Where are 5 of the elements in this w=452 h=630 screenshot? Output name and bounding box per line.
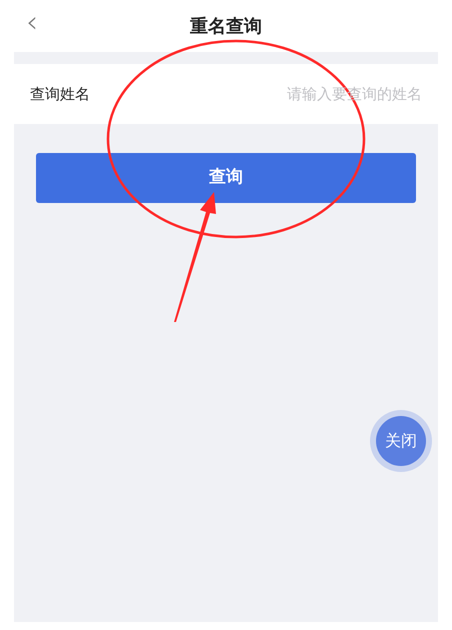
close-button[interactable]: 关闭: [376, 416, 426, 466]
page-title: 重名查询: [190, 14, 262, 38]
back-button[interactable]: ‹: [26, 8, 38, 38]
field-label: 查询姓名: [30, 84, 90, 105]
query-button[interactable]: 查询: [36, 153, 416, 203]
